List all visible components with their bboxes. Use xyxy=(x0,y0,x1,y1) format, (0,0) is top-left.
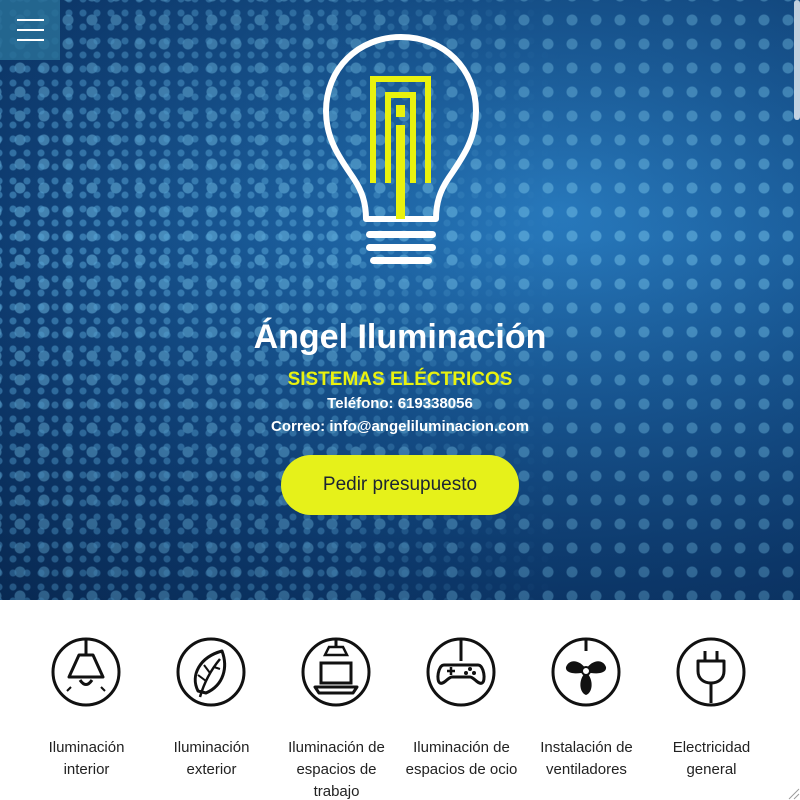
page-title: Ángel Iluminación xyxy=(253,318,547,356)
page-scrollbar[interactable] xyxy=(794,0,800,120)
request-quote-button[interactable]: Pedir presupuesto xyxy=(281,455,519,515)
page-subtitle: SISTEMAS ELÉCTRICOS xyxy=(287,369,513,390)
fan-icon xyxy=(551,637,621,707)
service-general-electricity[interactable]: Electricidad general xyxy=(649,600,774,800)
lightbulb-logo-icon xyxy=(323,34,479,264)
service-label: Iluminación de espacios de ocio xyxy=(405,739,518,778)
service-exterior-lighting[interactable]: Iluminación exterior xyxy=(149,600,274,800)
services-section: Iluminación interior Iluminación exterio… xyxy=(0,600,800,800)
resize-handle-icon[interactable] xyxy=(786,786,800,800)
service-interior-lighting[interactable]: Iluminación interior xyxy=(24,600,149,800)
service-workspace-lighting[interactable]: Iluminación de espacios de trabajo xyxy=(274,600,399,800)
plug-icon xyxy=(676,637,746,707)
service-label: Iluminación interior xyxy=(48,739,125,778)
service-label: Instalación de ventiladores xyxy=(540,739,633,778)
pendant-lamp-icon xyxy=(51,637,121,707)
service-leisure-lighting[interactable]: Iluminación de espacios de ocio xyxy=(399,600,524,800)
contact-phone: Teléfono: 619338056 xyxy=(327,395,473,412)
hero-section: Ángel Iluminación SISTEMAS ELÉCTRICOS Te… xyxy=(0,0,800,600)
service-label: Iluminación exterior xyxy=(173,739,250,778)
contact-email: Correo: info@angeliluminacion.com xyxy=(271,418,529,435)
service-label: Electricidad general xyxy=(672,739,751,778)
service-fan-installation[interactable]: Instalación de ventiladores xyxy=(524,600,649,800)
leaf-icon xyxy=(176,637,246,707)
gamepad-icon xyxy=(426,637,496,707)
service-label: Iluminación de espacios de trabajo xyxy=(288,739,385,800)
laptop-icon xyxy=(301,637,371,707)
hamburger-menu-icon[interactable] xyxy=(0,0,60,60)
